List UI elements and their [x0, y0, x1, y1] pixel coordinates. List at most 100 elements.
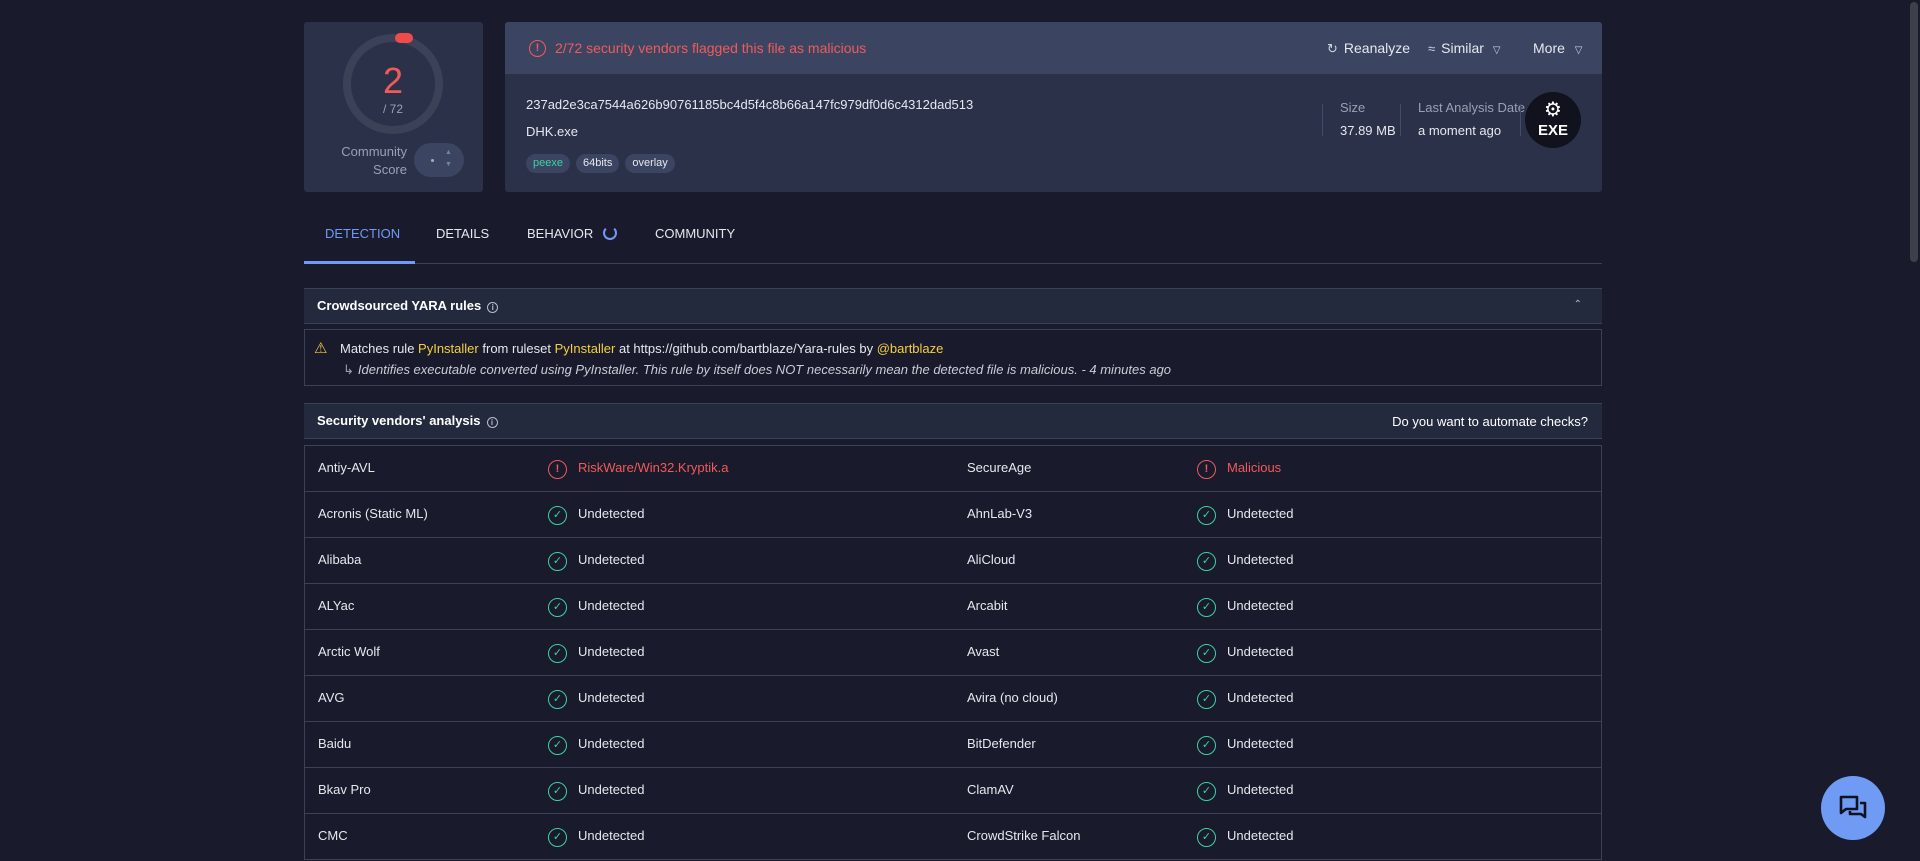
- vendor-name: CrowdStrike Falcon: [967, 828, 1081, 843]
- check-circle-icon: ✓: [1197, 828, 1216, 847]
- similar-icon: ≈: [1428, 41, 1436, 56]
- automate-checks-link[interactable]: Do you want to automate checks?: [1392, 414, 1588, 429]
- vendor-name: Baidu: [318, 736, 352, 751]
- tab-behavior[interactable]: BEHAVIOR: [527, 217, 618, 264]
- table-row: AVG ✓ Undetected Avira (no cloud) ✓ Undetecte…: [305, 676, 1601, 722]
- vote-down-icon[interactable]: ▼: [445, 161, 452, 168]
- table-row: Bkav Pro ✓ Undetected ClamAV ✓ Undetected: [305, 768, 1601, 814]
- file-hash[interactable]: 237ad2e3ca7544a626b90761185bc4d5f4c8b66a…: [526, 97, 973, 112]
- vendor-result: Undetected: [1227, 644, 1294, 659]
- tag-peexe[interactable]: peexe: [526, 154, 570, 173]
- community-score-label: Community Score: [341, 144, 407, 177]
- loading-spinner-icon: [603, 226, 618, 240]
- check-circle-icon: ✓: [1197, 690, 1216, 709]
- vendor-name: SecureAge: [967, 460, 1032, 475]
- vendor-name: Antiy-AVL: [318, 460, 375, 475]
- vendor-name: AhnLab-V3: [967, 506, 1033, 521]
- yara-author-link[interactable]: @bartblaze: [877, 341, 944, 356]
- vendor-name: ALYac: [318, 598, 355, 613]
- exe-file-type-icon: ⚙ EXE: [1525, 92, 1581, 148]
- file-size: Size 37.89 MB: [1340, 100, 1396, 138]
- chevron-down-icon: ▽: [1492, 45, 1501, 56]
- check-circle-icon: ✓: [1197, 506, 1216, 525]
- reanalyze-button[interactable]: ↻ Reanalyze: [1327, 40, 1410, 57]
- warning-icon: ⚠: [314, 340, 328, 357]
- table-row: Baidu ✓ Undetected BitDefender ✓ Undetected: [305, 722, 1601, 768]
- table-row: Alibaba ✓ Undetected AliCloud ✓ Undetected: [305, 538, 1601, 584]
- section-title: Security vendors' analysis i: [317, 413, 498, 428]
- alert-circle-icon: !: [529, 40, 546, 57]
- vendor-result: Undetected: [1227, 598, 1294, 613]
- check-circle-icon: ✓: [1197, 552, 1216, 571]
- yara-section-header[interactable]: Crowdsourced YARA rules i ⌃: [304, 288, 1602, 324]
- vendor-result: Undetected: [1227, 782, 1294, 797]
- detection-score-card: 2 / 72 Community Score ▲ ▼: [304, 22, 483, 192]
- vendor-name: AVG: [318, 690, 345, 705]
- check-circle-icon: ✓: [548, 736, 567, 755]
- scrollbar-thumb[interactable]: [1910, 2, 1918, 262]
- check-circle-icon: ✓: [1197, 644, 1216, 663]
- community-vote-control[interactable]: ▲ ▼: [414, 143, 464, 177]
- alert-circle-icon: !: [1197, 460, 1216, 479]
- vendor-result: Undetected: [1227, 736, 1294, 751]
- exe-glyph-icon: ⚙: [1544, 99, 1562, 121]
- more-dropdown[interactable]: More ▽: [1533, 40, 1583, 56]
- divider: [1520, 104, 1521, 136]
- vote-up-icon[interactable]: ▲: [445, 149, 452, 156]
- chat-icon: [1839, 795, 1867, 819]
- vendor-name: ClamAV: [967, 782, 1014, 797]
- tag-64bits[interactable]: 64bits: [575, 154, 620, 173]
- table-row: Antiy-AVL! RiskWare/Win32.Kryptik.a Secure…: [305, 446, 1601, 492]
- community-score-dot: [431, 159, 434, 162]
- table-row: Arctic Wolf ✓ Undetected Avast ✓ Undetected: [305, 630, 1601, 676]
- tab-community[interactable]: COMMUNITY: [655, 217, 735, 264]
- check-circle-icon: ✓: [1197, 736, 1216, 755]
- active-tab-indicator: [304, 261, 415, 264]
- vendor-result: Undetected: [578, 598, 645, 613]
- scrollbar[interactable]: [1908, 0, 1920, 861]
- vendor-result: Undetected: [578, 552, 645, 567]
- vendor-name: Avira (no cloud): [967, 690, 1058, 705]
- yara-match: ⚠ Matches rule PyInstaller from ruleset …: [304, 329, 1602, 386]
- chat-button[interactable]: [1821, 776, 1885, 840]
- check-circle-icon: ✓: [548, 552, 567, 571]
- check-circle-icon: ✓: [548, 506, 567, 525]
- check-circle-icon: ✓: [548, 828, 567, 847]
- vendor-result: Undetected: [578, 828, 645, 843]
- score-ring: 2 / 72: [343, 33, 443, 134]
- tag-overlay[interactable]: overlay: [625, 154, 675, 173]
- last-analysis-date: Last Analysis Date a moment ago: [1418, 100, 1525, 138]
- vendor-result: Undetected: [578, 736, 645, 751]
- yara-rule-link[interactable]: PyInstaller: [418, 341, 479, 356]
- file-summary-card: ! 2/72 security vendors flagged this fil…: [505, 22, 1602, 192]
- vendor-name: Acronis (Static ML): [318, 506, 428, 521]
- info-icon[interactable]: i: [486, 417, 498, 428]
- yara-ruleset-link[interactable]: PyInstaller: [555, 341, 616, 356]
- vendor-result: Undetected: [578, 782, 645, 797]
- info-icon[interactable]: i: [487, 302, 499, 313]
- vendor-name: Avast: [967, 644, 1000, 659]
- vendor-result: Undetected: [1227, 828, 1294, 843]
- check-circle-icon: ✓: [1197, 782, 1216, 801]
- similar-dropdown[interactable]: ≈ Similar ▽: [1428, 40, 1501, 56]
- detection-count: 2: [382, 60, 404, 101]
- file-name: DHK.exe: [526, 124, 579, 139]
- alert-circle-icon: !: [548, 460, 567, 479]
- vendor-result: Undetected: [578, 690, 645, 705]
- yara-match-line: Matches rule PyInstaller from ruleset Py…: [340, 341, 944, 356]
- check-circle-icon: ✓: [548, 598, 567, 617]
- collapse-caret-icon[interactable]: ⌃: [1574, 299, 1582, 310]
- vendor-result: Undetected: [1227, 552, 1294, 567]
- tab-details[interactable]: DETAILS: [436, 217, 489, 264]
- tab-detection[interactable]: DETECTION: [325, 217, 400, 264]
- vendor-result: Undetected: [1227, 506, 1294, 521]
- report-tabs: DETECTION DETAILS BEHAVIOR COMMUNITY: [304, 217, 1602, 264]
- detection-total: / 72: [382, 102, 403, 116]
- vendors-table: Antiy-AVL! RiskWare/Win32.Kryptik.a Secure…: [304, 445, 1602, 860]
- vendor-result: Undetected: [578, 644, 645, 659]
- vendor-name: Alibaba: [318, 552, 362, 567]
- section-title: Crowdsourced YARA rules i: [317, 298, 499, 313]
- vendor-name: Arcabit: [967, 598, 1008, 613]
- check-circle-icon: ✓: [548, 782, 567, 801]
- score-ring-marker: [395, 33, 413, 43]
